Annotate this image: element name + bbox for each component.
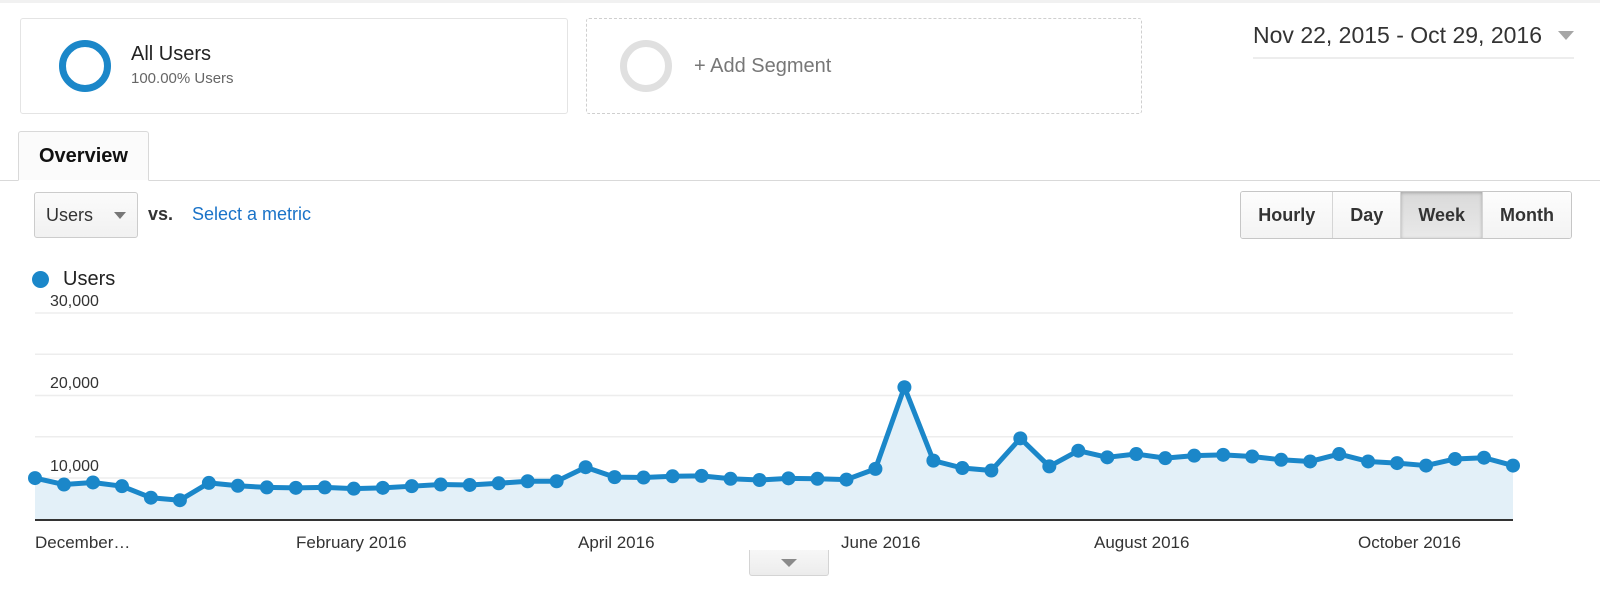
metric-row: Users vs. Select a metric Hourly Day Week M…	[0, 190, 1600, 246]
legend-label-users: Users	[63, 268, 116, 290]
add-segment-label: + Add Segment	[694, 54, 832, 77]
dot-icon	[32, 271, 49, 288]
ring-icon	[59, 40, 111, 92]
chevron-down-icon	[114, 211, 126, 219]
x-axis-label: June 2016	[841, 533, 921, 552]
x-axis-label: August 2016	[1094, 533, 1190, 552]
tab-overview-label: Overview	[39, 144, 128, 167]
select-a-metric-link[interactable]: Select a metric	[192, 204, 311, 225]
segment-all-users[interactable]: All Users 100.00% Users	[20, 18, 568, 114]
chevron-down-icon	[1558, 31, 1574, 40]
segment-all-users-text: All Users 100.00% Users	[131, 42, 234, 90]
chart-legend: Users	[32, 268, 115, 291]
add-segment-button[interactable]: + Add Segment	[586, 18, 1142, 114]
tab-overview[interactable]: Overview	[18, 131, 149, 181]
y-axis-label: 10,000	[50, 457, 99, 475]
date-range-picker[interactable]: Nov 22, 2015 - Oct 29, 2016	[1253, 22, 1574, 59]
y-axis-label: 20,000	[50, 375, 99, 393]
granularity-button-month[interactable]: Month	[1483, 192, 1571, 238]
date-range-text: Nov 22, 2015 - Oct 29, 2016	[1253, 22, 1542, 48]
ring-icon-empty	[620, 40, 672, 92]
x-axis-label: December…	[35, 533, 131, 552]
primary-metric-label: Users	[46, 204, 94, 225]
granularity-button-group: Hourly Day Week Month	[1240, 191, 1572, 239]
segment-subtitle: 100.00% Users	[131, 70, 234, 87]
vs-label: vs.	[148, 204, 174, 224]
granularity-button-day[interactable]: Day	[1333, 192, 1402, 238]
y-axis-label: 30,000	[50, 293, 99, 310]
segment-title: All Users	[131, 43, 212, 65]
x-axis-label: February 2016	[296, 533, 407, 552]
collapse-chart-button[interactable]	[749, 550, 829, 576]
x-axis-label: October 2016	[1358, 533, 1462, 552]
chevron-down-icon	[781, 558, 797, 567]
granularity-button-hourly[interactable]: Hourly	[1241, 192, 1334, 238]
top-bar: All Users 100.00% Users + Add Segment No…	[0, 0, 1600, 120]
x-axis-label: April 2016	[578, 533, 655, 552]
granularity-button-week[interactable]: Week	[1401, 192, 1484, 238]
tab-strip: Overview	[0, 131, 1600, 181]
primary-metric-select[interactable]: Users	[34, 192, 138, 238]
